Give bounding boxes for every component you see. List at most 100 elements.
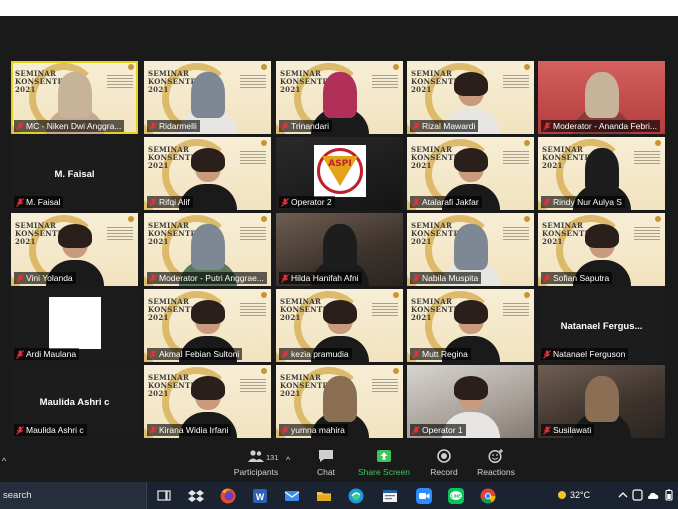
seminar-banner-text-lines xyxy=(372,75,398,90)
firefox-icon[interactable] xyxy=(218,486,238,506)
participant-name: Atalarafi Jakfar xyxy=(422,197,479,207)
participant-tile[interactable]: SEMINAR KONSENTRASI 2021 Moderator - Putri … xyxy=(144,213,271,286)
participant-name-label: Moderator - Putri Anggrae... xyxy=(147,272,267,284)
zoom-app-icon[interactable] xyxy=(414,486,434,506)
participant-profile-picture xyxy=(49,297,101,349)
seminar-banner-text-lines xyxy=(372,303,398,318)
participant-name-label: Moderator - Ananda Febri... xyxy=(541,120,660,132)
chrome-icon[interactable] xyxy=(478,486,498,506)
participant-tile[interactable]: Ardi Maulana xyxy=(11,289,138,362)
caret-up-icon[interactable]: ^ xyxy=(2,456,6,466)
mic-muted-icon xyxy=(16,349,24,359)
participant-tile[interactable]: Operator 1 xyxy=(407,365,534,438)
participant-tile[interactable]: Natanael Fergus... Natanael Ferguson xyxy=(538,289,665,362)
participant-tile[interactable]: SEMINAR KONSENTRASI 2021 Ridarmelli xyxy=(144,61,271,134)
seminar-logo-icon xyxy=(524,140,530,146)
seminar-logo-icon xyxy=(261,64,267,70)
participant-tile[interactable]: SEMINAR KONSENTRASI 2021 Rifqi Alif xyxy=(144,137,271,210)
edge-icon[interactable] xyxy=(346,486,366,506)
participant-tile[interactable]: Hilda Hanifah Afni xyxy=(276,213,403,286)
weather-sun-icon[interactable] xyxy=(556,489,568,501)
participant-tile[interactable]: Moderator - Ananda Febri... xyxy=(538,61,665,134)
record-button[interactable]: Record xyxy=(414,449,474,479)
onedrive-cloud-icon[interactable] xyxy=(646,490,659,501)
participant-tile[interactable]: SEMINAR KONSENTRASI 2021 Rindy Nur Aulya S xyxy=(538,137,665,210)
seminar-logo-icon xyxy=(261,140,267,146)
participant-tile[interactable]: ASPI Operator 2 xyxy=(276,137,403,210)
participants-label: Participants xyxy=(233,467,279,477)
share-screen-button[interactable]: Share Screen xyxy=(354,449,414,479)
news-app-icon[interactable] xyxy=(380,486,400,506)
participant-name: Operator 1 xyxy=(422,425,463,435)
reactions-button[interactable]: Reactions xyxy=(466,449,526,479)
participant-name: Maulida Ashri c xyxy=(26,425,84,435)
seminar-banner-text-lines xyxy=(372,379,398,394)
seminar-banner-text-lines xyxy=(503,227,529,242)
seminar-logo-icon xyxy=(261,216,267,222)
battery-icon[interactable] xyxy=(663,489,675,501)
participant-name-label: MC - Niken Dwi Anggra... xyxy=(14,120,125,132)
mic-muted-icon xyxy=(412,425,420,435)
tray-chevron-up-icon[interactable] xyxy=(618,490,628,500)
taskbar-search-box[interactable]: search xyxy=(0,482,147,509)
mic-muted-icon xyxy=(412,273,420,283)
participant-name: Rizal Mawardi xyxy=(422,121,476,131)
seminar-banner-text-lines xyxy=(503,151,529,166)
record-icon xyxy=(437,449,451,463)
word-icon[interactable]: W xyxy=(250,486,270,506)
mic-muted-icon xyxy=(281,273,289,283)
participant-tile[interactable]: M. Faisal M. Faisal xyxy=(11,137,138,210)
chat-button[interactable]: Chat xyxy=(296,449,356,479)
mic-muted-icon xyxy=(281,121,289,131)
participant-tile[interactable]: SEMINAR KONSENTRASI 2021 Nabila Muspita xyxy=(407,213,534,286)
participant-name: Ardi Maulana xyxy=(26,349,77,359)
seminar-logo-icon xyxy=(393,292,399,298)
participant-name: Nabila Muspita xyxy=(422,273,479,283)
participant-tile[interactable]: Maulida Ashri c Maulida Ashri c xyxy=(11,365,138,438)
svg-text:LINE: LINE xyxy=(451,493,461,498)
participant-name-label: kezia pramudia xyxy=(279,348,352,360)
record-label: Record xyxy=(430,467,458,477)
share-screen-label: Share Screen xyxy=(358,467,410,477)
participant-tile[interactable]: SEMINAR KONSENTRASI 2021 Vini Yolanda xyxy=(11,213,138,286)
seminar-logo-icon xyxy=(524,292,530,298)
file-explorer-icon[interactable] xyxy=(314,486,334,506)
seminar-banner-text-lines xyxy=(240,379,266,394)
task-view-icon[interactable] xyxy=(154,486,174,506)
participant-tile[interactable]: SEMINAR KONSENTRASI 2021 Sofian Saputra xyxy=(538,213,665,286)
mail-icon[interactable] xyxy=(282,486,302,506)
seminar-banner-text-lines xyxy=(107,75,133,90)
participant-tile[interactable]: SEMINAR KONSENTRASI 2021 MC - Niken Dwi Ang… xyxy=(11,61,138,134)
seminar-banner-text-lines xyxy=(240,303,266,318)
participant-tile[interactable]: SEMINAR KONSENTRASI 2021 kezia pramudia xyxy=(276,289,403,362)
tray-app-icon[interactable] xyxy=(632,489,643,501)
participant-tile[interactable]: SEMINAR KONSENTRASI 2021 Mutt Regina xyxy=(407,289,534,362)
svg-text:W: W xyxy=(256,492,265,502)
seminar-logo-icon xyxy=(261,292,267,298)
participant-tile[interactable]: SEMINAR KONSENTRASI 2021 Rizal Mawardi xyxy=(407,61,534,134)
participant-tile[interactable]: SEMINAR KONSENTRASI 2021 Kirana Widia Irfan… xyxy=(144,365,271,438)
seminar-logo-icon xyxy=(128,216,134,222)
mic-muted-icon xyxy=(281,349,289,359)
participant-name: Trinandari xyxy=(291,121,329,131)
participants-caret-icon[interactable]: ^ xyxy=(286,455,290,465)
weather-temperature[interactable]: 32°C xyxy=(570,490,590,500)
mic-muted-icon xyxy=(16,425,24,435)
participant-name-label: Natanael Ferguson xyxy=(541,348,629,360)
mic-muted-icon xyxy=(16,197,24,207)
seminar-logo-icon xyxy=(128,64,134,70)
participant-tile[interactable]: SEMINAR KONSENTRASI 2021 Akmal Febian Sulto… xyxy=(144,289,271,362)
participant-name-label: Atalarafi Jakfar xyxy=(410,196,482,208)
seminar-logo-icon xyxy=(261,368,267,374)
chat-label: Chat xyxy=(317,467,335,477)
participant-tile[interactable]: SEMINAR KONSENTRASI 2021 Atalarafi Jakfar xyxy=(407,137,534,210)
mic-muted-icon xyxy=(543,425,551,435)
participant-tile[interactable]: SEMINAR KONSENTRASI 2021 yumna mahira xyxy=(276,365,403,438)
dropbox-icon[interactable] xyxy=(186,486,206,506)
participant-tile[interactable]: Susilawati xyxy=(538,365,665,438)
participant-name-label: Nabila Muspita xyxy=(410,272,482,284)
seminar-logo-icon xyxy=(655,216,661,222)
mic-muted-icon xyxy=(149,273,157,283)
line-app-icon[interactable]: LINE xyxy=(446,486,466,506)
participant-tile[interactable]: SEMINAR KONSENTRASI 2021 Trinandari xyxy=(276,61,403,134)
